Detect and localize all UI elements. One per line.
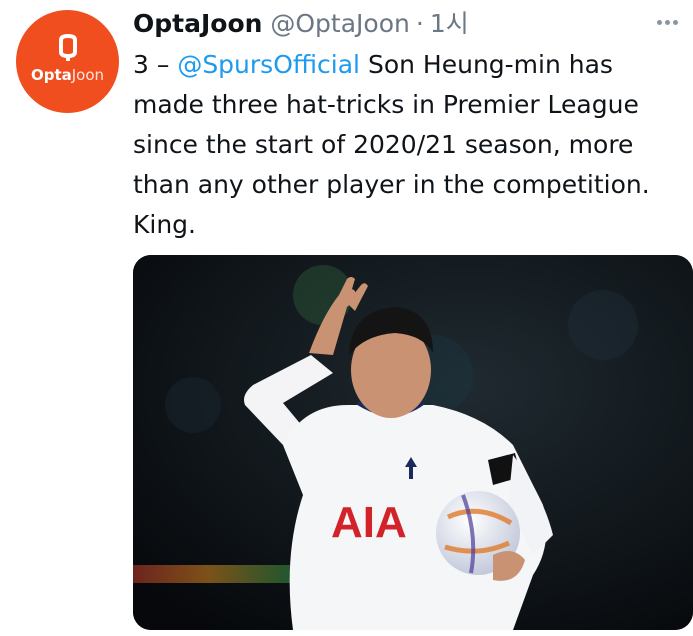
- photo-illustration: AIA: [133, 255, 693, 630]
- avatar-brand: OptaJoon: [16, 66, 119, 84]
- tweet-time[interactable]: 1시: [430, 9, 469, 38]
- shirt-sponsor: AIA: [331, 498, 407, 547]
- tweet-text: 3 – @SpursOfficial Son Heung-min has mad…: [133, 45, 688, 245]
- more-options-icon[interactable]: [657, 17, 679, 29]
- tweet-header: OptaJoon @OptaJoon · 1시: [133, 6, 469, 42]
- display-name[interactable]: OptaJoon: [133, 9, 262, 38]
- avatar-brand-part2: Joon: [71, 66, 105, 84]
- user-handle[interactable]: @OptaJoon: [270, 9, 409, 38]
- opta-logo-icon: [59, 34, 77, 61]
- tweet-photo[interactable]: AIA: [133, 255, 693, 630]
- header-separator: ·: [415, 9, 424, 38]
- tweet-text-lead: 3 –: [133, 50, 178, 79]
- avatar-brand-part1: Opta: [30, 66, 72, 84]
- avatar[interactable]: OptaJoon: [16, 10, 119, 113]
- mention-link[interactable]: @SpursOfficial: [177, 50, 360, 79]
